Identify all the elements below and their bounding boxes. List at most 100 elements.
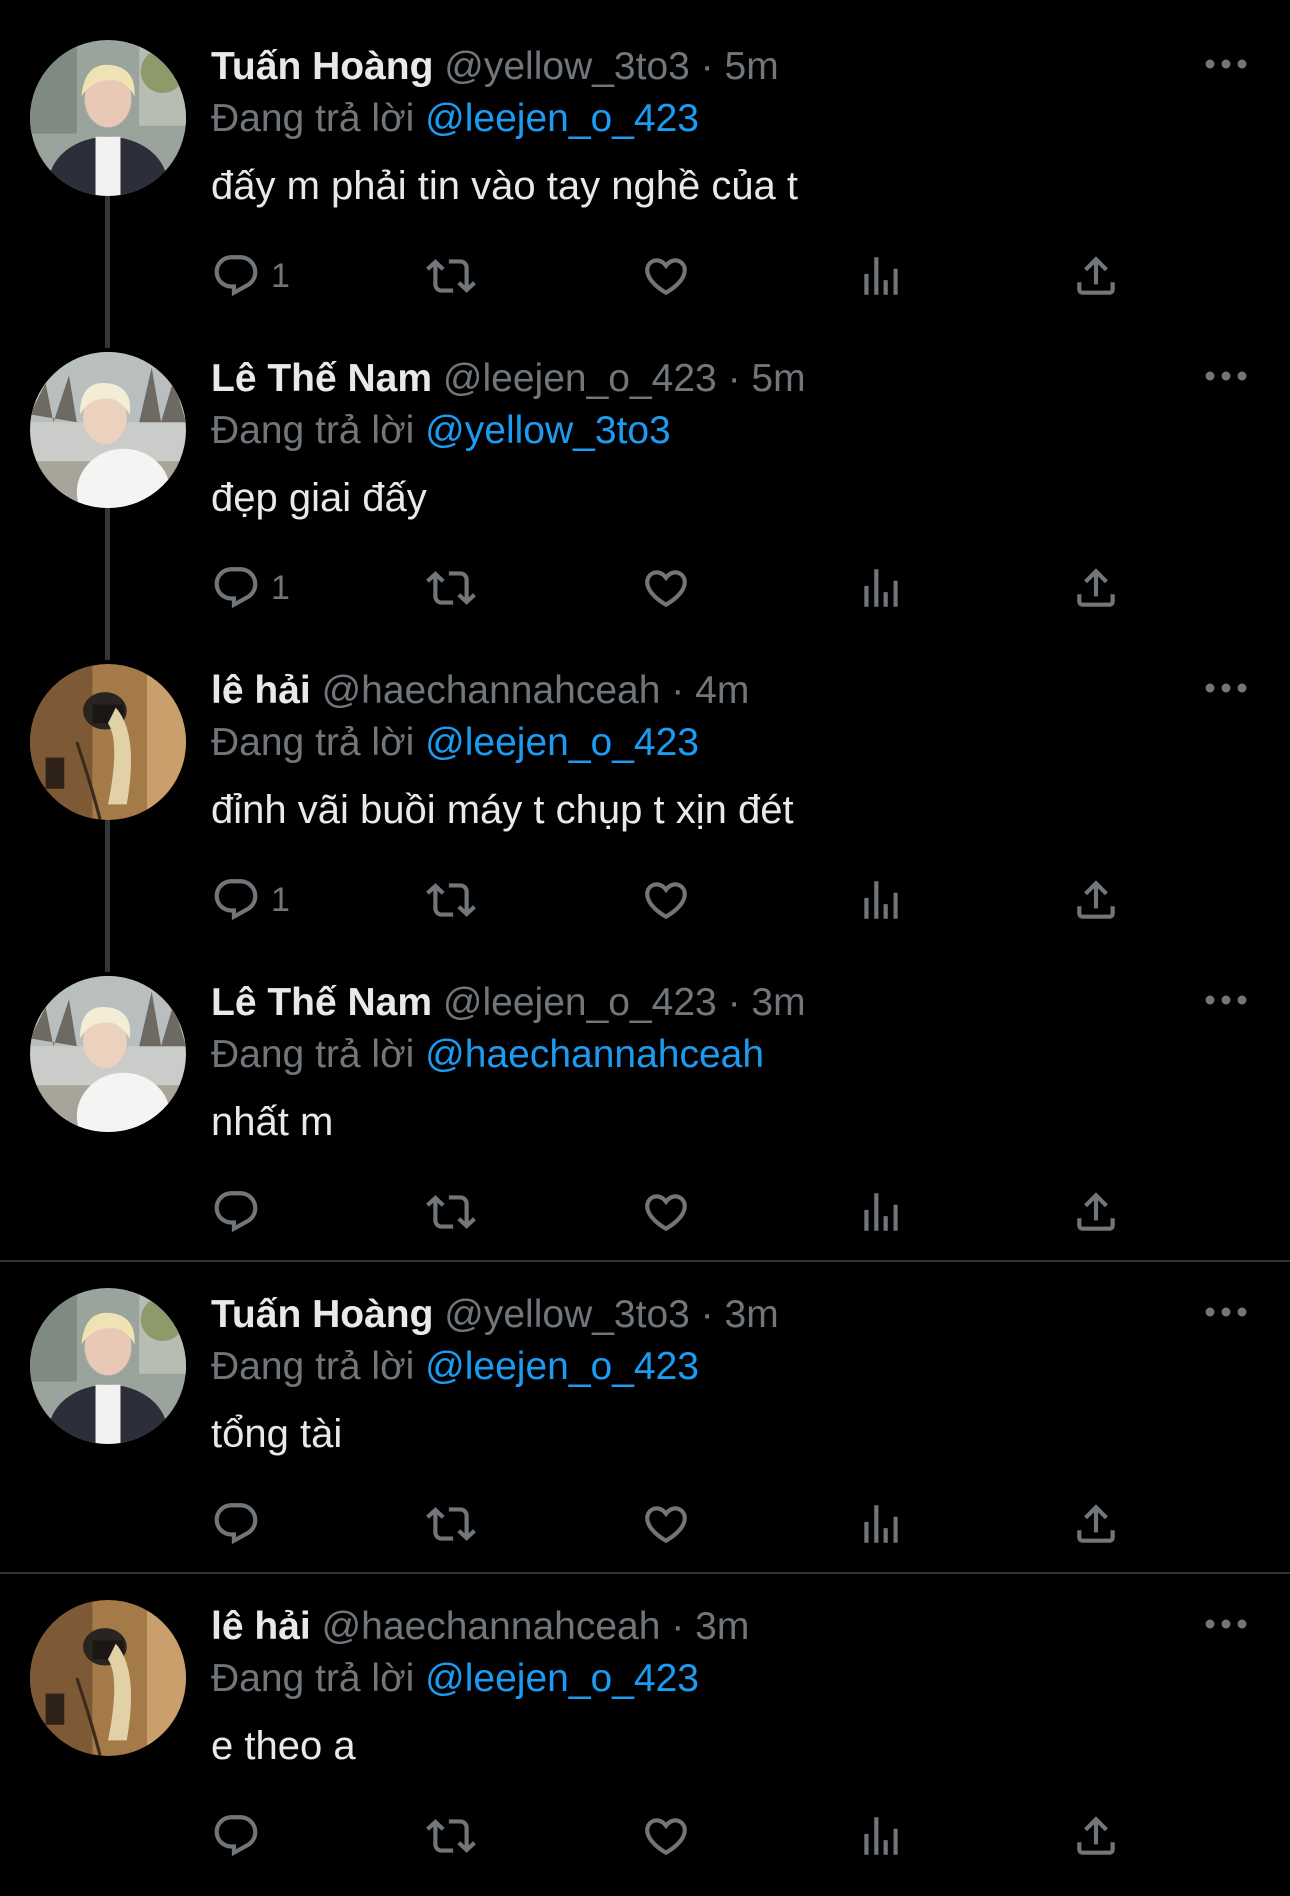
- tweet-header: lê hải @haechannahceah · 3m: [211, 1602, 749, 1652]
- replying-prefix: Đang trả lời: [211, 1033, 415, 1076]
- share-button[interactable]: [1071, 1182, 1121, 1242]
- share-button[interactable]: [1071, 1494, 1121, 1554]
- tweet[interactable]: Lê Thế Nam @leejen_o_423 · 3m Đang trả l…: [0, 972, 1290, 1272]
- tweet[interactable]: lê hải @haechannahceah · 4m Đang trả lời…: [0, 660, 1290, 960]
- like-button[interactable]: [641, 1806, 691, 1866]
- user-handle[interactable]: @leejen_o_423: [443, 357, 717, 400]
- display-name[interactable]: Lê Thế Nam: [211, 357, 432, 400]
- user-handle[interactable]: @leejen_o_423: [443, 981, 717, 1024]
- tweet-header: Tuấn Hoàng @yellow_3to3 · 5m: [211, 42, 779, 92]
- more-icon: [1205, 371, 1247, 381]
- action-bar: 1: [211, 870, 1171, 930]
- mention-link[interactable]: @haechannahceah: [425, 1033, 764, 1076]
- share-button[interactable]: [1071, 558, 1121, 618]
- more-button[interactable]: [1202, 990, 1250, 1010]
- retweet-icon: [426, 875, 476, 925]
- like-button[interactable]: [641, 246, 691, 306]
- display-name[interactable]: Lê Thế Nam: [211, 981, 432, 1024]
- display-name[interactable]: Tuấn Hoàng: [211, 1293, 433, 1336]
- reply-button[interactable]: 1: [211, 558, 290, 618]
- avatar[interactable]: [30, 1600, 186, 1756]
- action-bar: 1: [211, 558, 1171, 618]
- mention-link[interactable]: @leejen_o_423: [425, 1657, 699, 1700]
- more-button[interactable]: [1202, 678, 1250, 698]
- reply-button[interactable]: [211, 1806, 271, 1866]
- user-handle[interactable]: @haechannahceah: [322, 1605, 661, 1648]
- views-icon: [856, 563, 906, 613]
- more-icon: [1205, 683, 1247, 693]
- retweet-button[interactable]: [426, 558, 476, 618]
- timestamp[interactable]: 3m: [695, 1605, 749, 1648]
- user-handle[interactable]: @yellow_3to3: [444, 1293, 690, 1336]
- reply-button[interactable]: 1: [211, 870, 290, 930]
- timestamp[interactable]: 3m: [751, 981, 805, 1024]
- retweet-button[interactable]: [426, 246, 476, 306]
- replying-prefix: Đang trả lời: [211, 721, 415, 764]
- share-icon: [1071, 1811, 1121, 1861]
- retweet-icon: [426, 1187, 476, 1237]
- avatar[interactable]: [30, 40, 186, 196]
- user-handle[interactable]: @yellow_3to3: [444, 45, 690, 88]
- reply-icon: [211, 1499, 261, 1549]
- timestamp[interactable]: 4m: [695, 669, 749, 712]
- display-name[interactable]: lê hải: [211, 1605, 311, 1648]
- more-icon: [1205, 1619, 1247, 1629]
- share-button[interactable]: [1071, 246, 1121, 306]
- separator-dot: ·: [671, 1605, 685, 1648]
- separator-dot: ·: [700, 1293, 714, 1336]
- like-button[interactable]: [641, 1494, 691, 1554]
- more-button[interactable]: [1202, 54, 1250, 74]
- views-button[interactable]: [856, 870, 906, 930]
- retweet-button[interactable]: [426, 1182, 476, 1242]
- views-button[interactable]: [856, 1494, 906, 1554]
- views-button[interactable]: [856, 1182, 906, 1242]
- retweet-button[interactable]: [426, 1494, 476, 1554]
- mention-link[interactable]: @leejen_o_423: [425, 721, 699, 764]
- avatar[interactable]: [30, 352, 186, 508]
- timestamp[interactable]: 5m: [751, 357, 805, 400]
- tweet-header: Tuấn Hoàng @yellow_3to3 · 3m: [211, 1290, 779, 1340]
- replying-prefix: Đang trả lời: [211, 97, 415, 140]
- like-button[interactable]: [641, 870, 691, 930]
- replying-to: Đang trả lời @haechannahceah: [211, 1030, 764, 1080]
- action-bar: 1: [211, 246, 1171, 306]
- share-button[interactable]: [1071, 870, 1121, 930]
- reply-button[interactable]: 1: [211, 246, 290, 306]
- tweet[interactable]: Tuấn Hoàng @yellow_3to3 · 3m Đang trả lờ…: [0, 1284, 1290, 1584]
- more-button[interactable]: [1202, 1302, 1250, 1322]
- retweet-button[interactable]: [426, 1806, 476, 1866]
- views-button[interactable]: [856, 1806, 906, 1866]
- display-name[interactable]: lê hải: [211, 669, 311, 712]
- timestamp[interactable]: 5m: [725, 45, 779, 88]
- avatar[interactable]: [30, 976, 186, 1132]
- tweet[interactable]: lê hải @haechannahceah · 3m Đang trả lời…: [0, 1596, 1290, 1896]
- user-handle[interactable]: @haechannahceah: [322, 669, 661, 712]
- more-button[interactable]: [1202, 366, 1250, 386]
- tweet-divider: [0, 1260, 1290, 1262]
- mention-link[interactable]: @yellow_3to3: [425, 409, 671, 452]
- avatar[interactable]: [30, 1288, 186, 1444]
- mention-link[interactable]: @leejen_o_423: [425, 97, 699, 140]
- tweet[interactable]: Lê Thế Nam @leejen_o_423 · 5m Đang trả l…: [0, 348, 1290, 648]
- tweet[interactable]: Tuấn Hoàng @yellow_3to3 · 5m Đang trả lờ…: [0, 36, 1290, 336]
- like-button[interactable]: [641, 558, 691, 618]
- reply-icon: [211, 875, 261, 925]
- mention-link[interactable]: @leejen_o_423: [425, 1345, 699, 1388]
- reply-icon: [211, 251, 261, 301]
- action-bar: [211, 1182, 1171, 1242]
- share-button[interactable]: [1071, 1806, 1121, 1866]
- reply-button[interactable]: [211, 1182, 271, 1242]
- views-button[interactable]: [856, 558, 906, 618]
- replying-prefix: Đang trả lời: [211, 409, 415, 452]
- avatar[interactable]: [30, 664, 186, 820]
- replying-to: Đang trả lời @leejen_o_423: [211, 718, 699, 768]
- more-button[interactable]: [1202, 1614, 1250, 1634]
- retweet-button[interactable]: [426, 870, 476, 930]
- display-name[interactable]: Tuấn Hoàng: [211, 45, 433, 88]
- timestamp[interactable]: 3m: [725, 1293, 779, 1336]
- tweet-text: tổng tài: [211, 1412, 343, 1456]
- separator-dot: ·: [727, 357, 741, 400]
- reply-button[interactable]: [211, 1494, 271, 1554]
- like-button[interactable]: [641, 1182, 691, 1242]
- views-button[interactable]: [856, 246, 906, 306]
